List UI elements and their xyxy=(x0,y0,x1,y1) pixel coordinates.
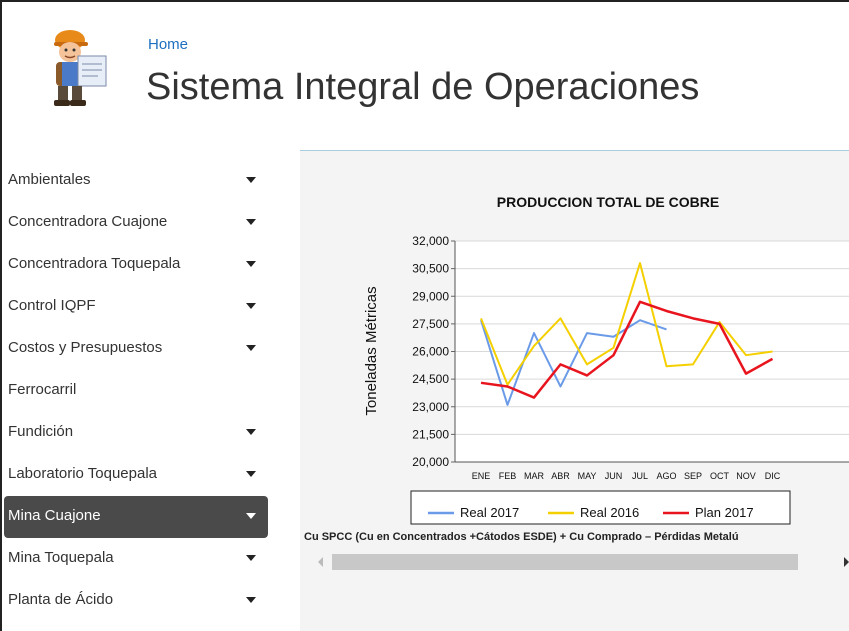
sidebar-item-concentradora-cuajone[interactable]: Concentradora Cuajone xyxy=(8,202,268,244)
sidebar-item-label: Mina Cuajone xyxy=(8,507,101,524)
caret-down-icon xyxy=(246,177,256,183)
sidebar-item-ferrocarril[interactable]: Ferrocarril xyxy=(8,370,268,412)
x-tick-label: FEB xyxy=(499,471,517,481)
chart-container: 20,000 21,500 23,000 24,500 26,000 27,500 29,0… xyxy=(300,151,849,571)
caret-down-icon xyxy=(246,513,256,519)
x-tick-label: ABR xyxy=(551,471,570,481)
sidebar-item-costos-y-presupuestos[interactable]: Costos y Presupuestos xyxy=(8,328,268,370)
x-tick-label: MAR xyxy=(524,471,545,481)
x-tick-label: JUN xyxy=(605,471,623,481)
y-tick-label: 23,000 xyxy=(412,400,449,414)
legend-label: Plan 2017 xyxy=(695,505,754,520)
sidebar-item-mina-cuajone[interactable]: Mina Cuajone xyxy=(4,496,268,538)
sidebar-item-label: Control IQPF xyxy=(8,297,96,314)
x-tick-label: MAY xyxy=(578,471,597,481)
sidebar-item-label: Planta de Ácido xyxy=(8,591,114,608)
legend-label: Real 2017 xyxy=(460,505,519,520)
chart-y-axis-label: Toneladas Métricas xyxy=(363,286,380,415)
sidebar-item-label: Costos y Presupuestos xyxy=(8,339,163,356)
sidebar-item-label: Ambientales xyxy=(8,171,91,188)
sidebar-item-label: Ferrocarril xyxy=(8,381,77,398)
scrollbar-thumb[interactable] xyxy=(332,554,798,570)
caret-down-icon xyxy=(246,555,256,561)
sidebar-item-mina-toquepala[interactable]: Mina Toquepala xyxy=(8,538,268,580)
x-tick-label: AGO xyxy=(656,471,676,481)
y-tick-label: 29,000 xyxy=(412,289,449,303)
caret-down-icon xyxy=(246,345,256,351)
formula-footnote: Cu SPCC (Cu en Concentrados +Cátodos ESD… xyxy=(304,531,739,543)
production-line-chart: 20,000 21,500 23,000 24,500 26,000 27,500 29,0… xyxy=(363,194,849,525)
sidebar-item-label: Laboratorio Toquepala xyxy=(8,465,158,482)
x-tick-label: NOV xyxy=(736,471,756,481)
report-panel: 20,000 21,500 23,000 24,500 26,000 27,500 29,0… xyxy=(300,150,849,631)
y-tick-label: 20,000 xyxy=(412,455,449,469)
chart-title: PRODUCCION TOTAL DE COBRE xyxy=(497,194,719,210)
caret-down-icon xyxy=(246,303,256,309)
x-tick-label: ENE xyxy=(472,471,491,481)
y-tick-label: 24,500 xyxy=(412,372,449,386)
chart-legend: Real 2017 Real 2016 Plan 2017 xyxy=(410,490,791,525)
x-tick-label: JUL xyxy=(632,471,648,481)
y-tick-label: 26,000 xyxy=(412,345,449,359)
caret-down-icon xyxy=(246,261,256,267)
legend-label: Real 2016 xyxy=(580,505,639,520)
caret-down-icon xyxy=(246,597,256,603)
page-title: Sistema Integral de Operaciones xyxy=(146,66,700,108)
sidebar-item-ambientales[interactable]: Ambientales xyxy=(8,160,268,202)
y-tick-label: 21,500 xyxy=(412,427,449,441)
sidebar-item-label: Concentradora Cuajone xyxy=(8,213,168,230)
x-tick-label: SEP xyxy=(684,471,702,481)
sidebar-item-planta-de-acido[interactable]: Planta de Ácido xyxy=(8,580,268,622)
sidebar-nav: Ambientales Concentradora Cuajone Concen… xyxy=(4,160,268,622)
sidebar-item-fundicion[interactable]: Fundición xyxy=(8,412,268,454)
scroll-left-arrow-icon[interactable] xyxy=(318,557,323,567)
x-tick-label: DIC xyxy=(765,471,781,481)
sidebar-item-laboratorio-toquepala[interactable]: Laboratorio Toquepala xyxy=(8,454,268,496)
sidebar-item-label: Mina Toquepala xyxy=(8,549,114,566)
sidebar-item-label: Fundición xyxy=(8,423,74,440)
worker-with-blueprint-icon[interactable] xyxy=(44,26,112,108)
horizontal-scrollbar[interactable] xyxy=(306,552,849,572)
sidebar-item-label: Concentradora Toquepala xyxy=(8,255,181,272)
y-tick-label: 27,500 xyxy=(412,317,449,331)
chart-gridlines xyxy=(455,240,849,463)
sidebar-item-concentradora-toquepala[interactable]: Concentradora Toquepala xyxy=(8,244,268,286)
caret-down-icon xyxy=(246,429,256,435)
x-tick-label: OCT xyxy=(710,471,730,481)
page-header: Home Sistema Integral de Operaciones xyxy=(0,0,849,140)
breadcrumb-home-link[interactable]: Home xyxy=(148,36,188,53)
caret-down-icon xyxy=(246,219,256,225)
y-tick-label: 32,000 xyxy=(412,234,449,248)
y-tick-label: 30,500 xyxy=(412,262,449,276)
caret-down-icon xyxy=(246,471,256,477)
sidebar-item-control-iqpf[interactable]: Control IQPF xyxy=(8,286,268,328)
scroll-right-arrow-icon[interactable] xyxy=(844,557,849,567)
